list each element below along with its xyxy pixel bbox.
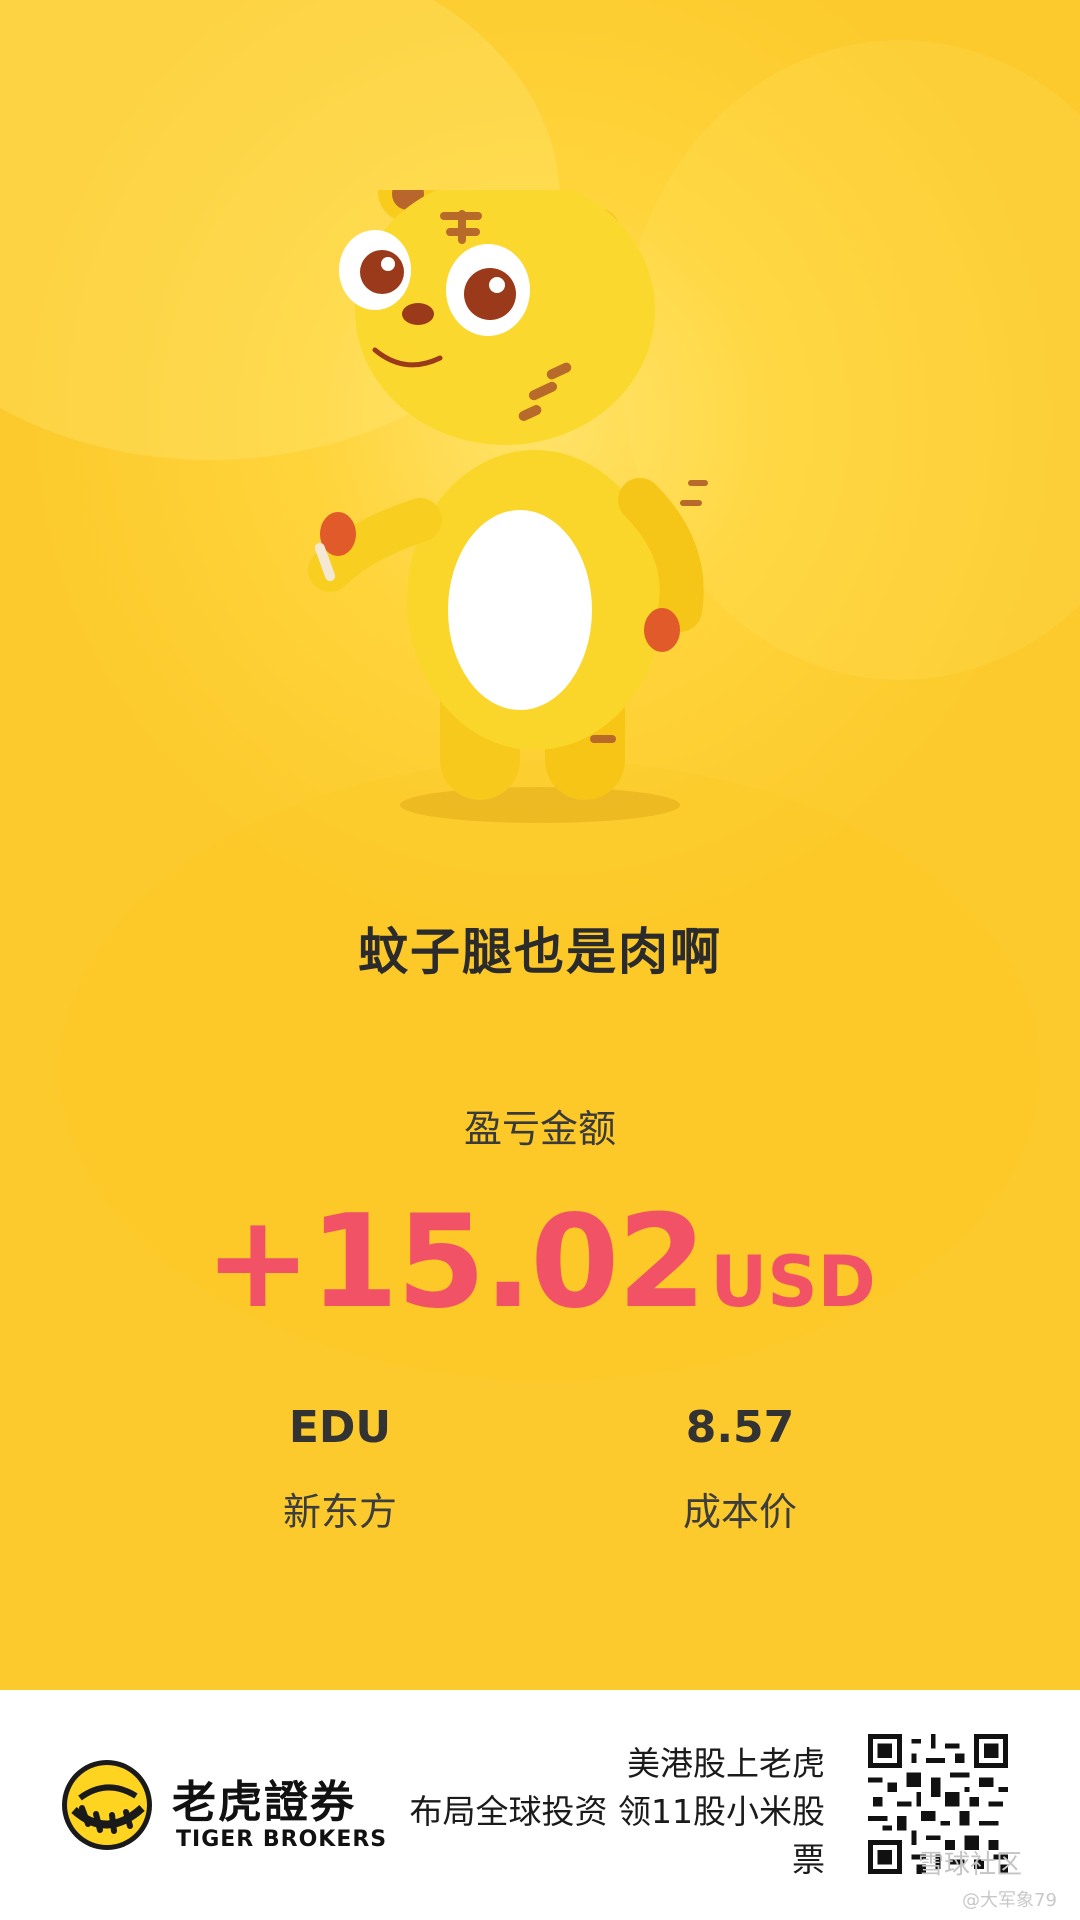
watermark-user: @大军象79 bbox=[962, 1890, 1057, 1911]
tiger-mascot-icon bbox=[308, 190, 708, 823]
pl-amount-unit: USD bbox=[710, 1241, 876, 1323]
stock-info: EDU 新东方 bbox=[190, 1402, 490, 1536]
tiger-brokers-logo-icon bbox=[62, 1760, 152, 1850]
cost-info: 8.57 成本价 bbox=[590, 1402, 890, 1536]
footer-banner: 老虎證券 TIGER BROKERS 美港股上老虎 布局全球投资 领11股小米股… bbox=[0, 1690, 1080, 1920]
pl-amount-value: +15.02 bbox=[204, 1188, 706, 1337]
brand-name-cn: 老虎證券 bbox=[172, 1777, 356, 1828]
promo-line: 美港股上老虎 bbox=[627, 1744, 825, 1783]
cost-price-label: 成本价 bbox=[682, 1490, 797, 1534]
watermark-text: 雪球社区 bbox=[918, 1850, 1023, 1880]
promo-line: 票 bbox=[792, 1840, 825, 1879]
stock-symbol: EDU bbox=[288, 1402, 392, 1453]
share-card-hero: 蚊子腿也是肉啊 盈亏金额 +15.02USD EDU 新东方 8.57 成本价 bbox=[0, 0, 1080, 1690]
brand-name-en: TIGER BROKERS bbox=[176, 1827, 388, 1852]
motto-text: 蚊子腿也是肉啊 bbox=[358, 923, 722, 981]
pl-label: 盈亏金额 bbox=[463, 1107, 616, 1151]
pl-amount: +15.02USD bbox=[0, 1188, 1080, 1337]
stock-name: 新东方 bbox=[282, 1490, 397, 1534]
promo-text: 美港股上老虎 布局全球投资 领11股小米股 票 bbox=[375, 1740, 825, 1884]
cost-price-value: 8.57 bbox=[685, 1402, 795, 1453]
promo-line: 布局全球投资 领11股小米股 bbox=[409, 1792, 825, 1831]
